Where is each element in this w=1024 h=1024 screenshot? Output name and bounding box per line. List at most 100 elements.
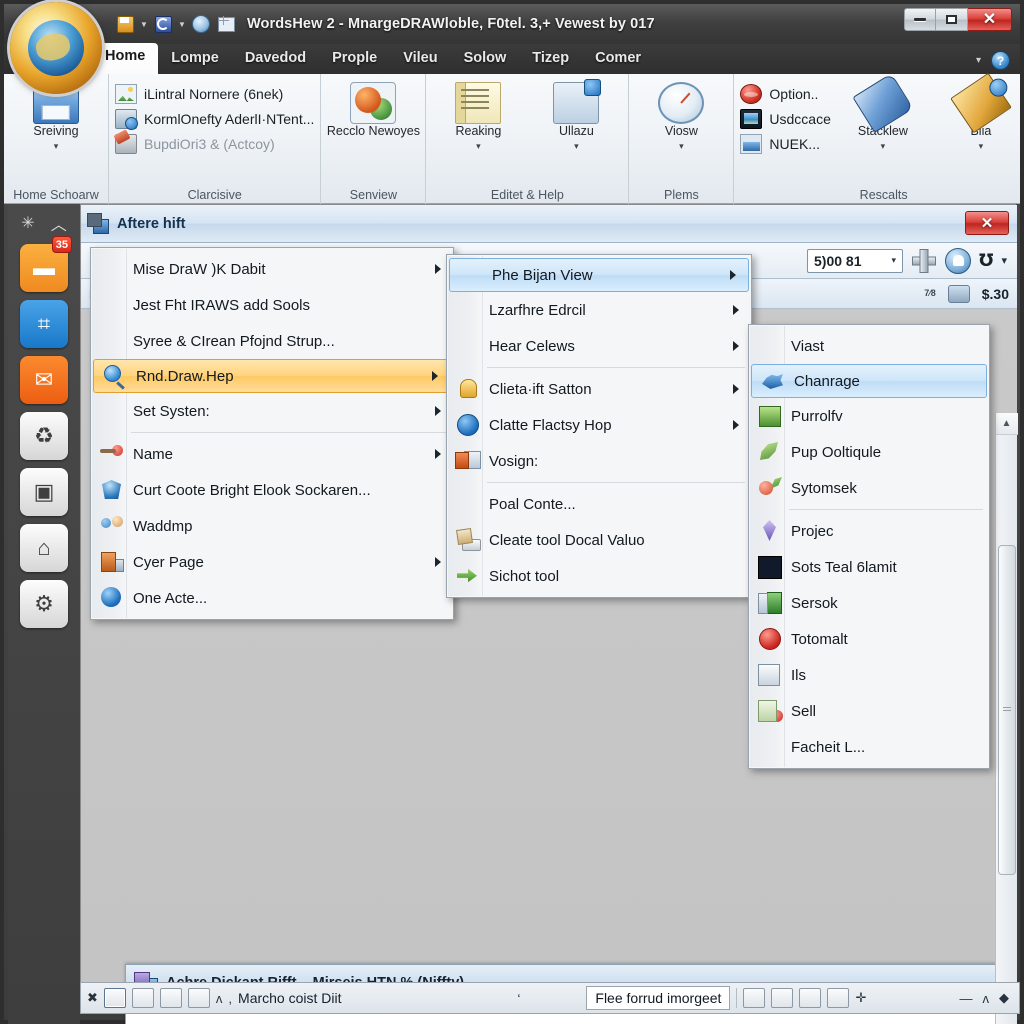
menu-item-phe-bijan-view[interactable]: Phe Bijan View (449, 258, 749, 292)
tab-lompe[interactable]: Lompe (158, 45, 232, 74)
maximize-button[interactable] (936, 8, 968, 31)
tab-prople[interactable]: Prople (319, 45, 390, 74)
sidebar-tile-display[interactable]: ▣ (20, 468, 68, 516)
scroll-up-arrow-icon[interactable]: ▲ (995, 413, 1018, 435)
menu-item-totomalt[interactable]: Totomalt (749, 621, 989, 657)
status-input-field[interactable]: Flee forrud imorgeet (586, 986, 731, 1010)
ribbon-button-stacklew[interactable]: Stacklew ▾ (837, 73, 929, 152)
ribbon-button-usdccace[interactable]: Usdccace (740, 109, 831, 129)
ribbon-button-kormlonefty-aderli-ntent[interactable]: KormlOnefty AderlI·NTent... (115, 109, 314, 130)
chevron-down-icon[interactable]: ▾ (881, 141, 886, 152)
menu-item-facheit-l[interactable]: Facheit L... (749, 729, 989, 765)
save-chevron-down-icon[interactable]: ▼ (139, 13, 149, 35)
menu-item-chanrage[interactable]: Chanrage (751, 364, 987, 398)
menu-item-cleate-tool-docal-valuo[interactable]: Cleate tool Docal Valuo (447, 522, 751, 558)
paste-icon[interactable] (131, 988, 154, 1008)
undo-icon[interactable] (152, 13, 174, 35)
pen-blue-icon[interactable] (187, 988, 210, 1008)
value-dropdown[interactable]: 5)00 81 ▾ (807, 248, 904, 273)
menu-item-one-acte[interactable]: One Acte... (91, 580, 453, 616)
refresh-icon[interactable] (190, 13, 212, 35)
menu-item-waddmp[interactable]: Waddmp (91, 508, 453, 544)
caret-up-icon[interactable]: ʌ (216, 991, 223, 1006)
sidebar-tile-home[interactable]: ⌂ (20, 524, 68, 572)
tab-davedod[interactable]: Davedod (232, 45, 319, 74)
table-icon[interactable] (159, 988, 182, 1008)
menu-item-hear-celews[interactable]: Hear Celews (447, 328, 751, 364)
sidebar-tile-board[interactable]: ⌗ (20, 300, 68, 348)
undo-chevron-down-icon[interactable]: ▼ (177, 13, 187, 35)
menu-item-ils[interactable]: Ils (749, 657, 989, 693)
chevron-down-icon[interactable]: ▾ (476, 141, 481, 152)
menu-item-sersok[interactable]: Sersok (749, 585, 989, 621)
sidebar-tile-messages[interactable]: ▬ 35 (20, 236, 72, 292)
menu-item-curt-coote-bright-elook-sockaren[interactable]: Curt Coote Bright Elook Sockaren... (91, 472, 453, 508)
tab-solow[interactable]: Solow (451, 45, 520, 74)
toolbar-chevron-down-icon[interactable]: ▾ (1001, 254, 1007, 267)
chevron-down-icon[interactable]: ▾ (679, 141, 684, 152)
tab-tizep[interactable]: Tizep (519, 45, 582, 74)
minimize-button[interactable] (904, 8, 936, 31)
tab-vileu[interactable]: Vileu (390, 45, 450, 74)
menu-item-sots-teal-6lamit[interactable]: Sots Teal 6lamit (749, 549, 989, 585)
align-icon[interactable] (743, 988, 766, 1008)
menu-item-mise-draw-k-dabit[interactable]: Mise DraW )K Dabit (91, 251, 453, 287)
menu-item-rnd-draw-hep[interactable]: Rnd.Draw.Hep (93, 359, 451, 393)
bell-icon[interactable] (945, 247, 972, 274)
ribbon-button-ullazu[interactable]: Ullazu ▾ (530, 79, 622, 152)
sidebar-tile-settings[interactable]: ⚙ (20, 580, 68, 628)
diamond-icon[interactable]: ◆ (999, 990, 1009, 1006)
zoom-icon[interactable] (771, 988, 794, 1008)
menu-item-jest-fht-iraws-add-sools[interactable]: Jest Fht IRAWS add Sools (91, 287, 453, 323)
caret-up-right-icon[interactable]: ʌ (983, 991, 990, 1006)
menu-item-poal-conte[interactable]: Poal Conte... (447, 486, 751, 522)
plus-icon[interactable]: ✛ (855, 990, 866, 1006)
ribbon-button-nuek[interactable]: NUEK... (740, 134, 830, 154)
menu-item-syree-cirean-pfojnd-strup[interactable]: Syree & CIrean Pfojnd Strup... (91, 323, 453, 359)
chevron-down-icon[interactable]: ▾ (979, 141, 984, 152)
ribbon-button-reaking[interactable]: Reaking ▾ (432, 80, 524, 152)
save-icon[interactable] (114, 13, 136, 35)
sidebar-tile-share[interactable]: ♻ (20, 412, 68, 460)
close-small-icon[interactable]: ✖ (87, 990, 98, 1006)
grid-icon[interactable] (215, 13, 237, 35)
menu-item-pup-ooltiqule[interactable]: Pup Ooltiqule (749, 434, 989, 470)
chevron-down-icon[interactable]: ▾ (574, 141, 579, 152)
help-button[interactable]: ? (991, 51, 1010, 70)
chevron-up-icon[interactable]: ︿ (51, 211, 67, 235)
vertical-scrollbar[interactable]: ▲ ▼ (995, 413, 1018, 1024)
tab-comer[interactable]: Comer (582, 45, 654, 74)
scrollbar-thumb[interactable] (997, 545, 1016, 875)
menu-item-purrolfv[interactable]: Purrolfv (749, 398, 989, 434)
menu-item-sytomsek[interactable]: Sytomsek (749, 470, 989, 506)
cut-icon[interactable] (103, 988, 126, 1008)
chevron-down-icon[interactable]: ▾ (54, 141, 59, 152)
menu-item-vosign[interactable]: Vosign: (447, 443, 751, 479)
menu-item-projec[interactable]: Projec (749, 513, 989, 549)
add-button[interactable] (911, 248, 937, 274)
menu-item-clieta-ift-satton[interactable]: Clieta·ift Satton (447, 371, 751, 407)
ribbon-button-option[interactable]: Option.. (740, 84, 830, 104)
ribbon-button-recclo-newoyes[interactable]: Recclo Newoyes (327, 80, 420, 139)
sidebar-tile-mail[interactable]: ✉ (20, 356, 68, 404)
inner-close-button[interactable]: ✕ (965, 211, 1009, 235)
menu-item-cyer-page[interactable]: Cyer Page (91, 544, 453, 580)
shape-icon[interactable] (799, 988, 822, 1008)
menu-item-sell[interactable]: Sell (749, 693, 989, 729)
menu-item-viast[interactable]: Viast (749, 328, 989, 364)
ribbon-button-viosw[interactable]: Viosw ▾ (635, 80, 727, 152)
menu-item-name[interactable]: Name (91, 436, 453, 472)
menu-item-clatte-flactsy-hop[interactable]: Clatte Flactsy Hop (447, 407, 751, 443)
ribbon-button-ilintral-nornere-6nek[interactable]: iLintral Nornere (6nek) (115, 84, 314, 104)
minimize-ribbon-icon[interactable]: ▾ (976, 55, 981, 66)
display-icon[interactable] (947, 284, 970, 303)
ribbon-button-biia[interactable]: Biia ▾ (935, 72, 1024, 152)
dash-icon[interactable]: — (960, 991, 973, 1006)
menu-item-lzarfhre-edrcil[interactable]: Lzarfhre Edrcil (447, 292, 751, 328)
ribbon-button-bupdiori3-actcoy[interactable]: BupdiOri3 & (Actcoy) (115, 134, 314, 154)
close-button[interactable]: ✕ (968, 8, 1012, 31)
asterisk-icon[interactable]: ✳ (21, 213, 34, 233)
office-orb-button[interactable] (10, 2, 102, 94)
menu-item-set-systen[interactable]: Set Systen: (91, 393, 453, 429)
menu-item-sichot-tool[interactable]: Sichot tool (447, 558, 751, 594)
